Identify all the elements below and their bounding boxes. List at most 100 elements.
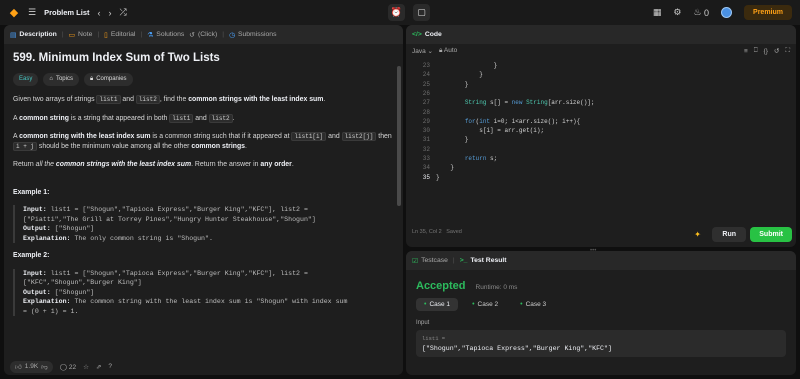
line-number: 33 bbox=[422, 155, 430, 162]
flask-icon: ⚗ bbox=[147, 31, 154, 39]
like-button[interactable]: 👍︎ 1.9K 👎︎ bbox=[10, 360, 53, 373]
description-scrollbar[interactable] bbox=[397, 66, 401, 206]
streak-count: 0 bbox=[704, 7, 710, 18]
lightbulb-icon[interactable]: ✦ bbox=[694, 230, 701, 239]
code-line: return s; bbox=[464, 155, 498, 162]
tab-submissions[interactable]: ◷ Submissions bbox=[229, 31, 276, 39]
comments-button[interactable]: ◯ 22 bbox=[60, 363, 76, 371]
case-tab-2[interactable]: • Case 2 bbox=[464, 298, 506, 311]
problem-list-link[interactable]: Problem List bbox=[44, 8, 89, 17]
verdict-label: Accepted bbox=[416, 280, 466, 292]
description-panel: ▤ Description | ▭ Note | ▯ Editorial | ⚗ Sol… bbox=[4, 25, 403, 375]
terminal-icon: >_ bbox=[459, 257, 468, 264]
history-icon: ↺ bbox=[189, 31, 195, 39]
line-number: 28 bbox=[422, 108, 430, 116]
run-button[interactable]: Run bbox=[712, 227, 746, 242]
case-tab-1[interactable]: • Case 1 bbox=[416, 298, 459, 311]
format-icon[interactable]: ≡ bbox=[744, 48, 748, 55]
tab-code[interactable]: </> Code bbox=[412, 31, 442, 38]
code-line: } bbox=[436, 62, 498, 69]
input-label: Input bbox=[416, 320, 430, 326]
shuffle-icon[interactable]: ⤮ bbox=[120, 7, 127, 18]
clock-icon: ◷ bbox=[229, 31, 235, 39]
case-tab-3[interactable]: • Case 3 bbox=[512, 298, 554, 311]
timer-icon[interactable]: ⏰ bbox=[388, 4, 405, 21]
tab-editorial[interactable]: ▯ Editorial bbox=[104, 31, 135, 39]
code-line: } bbox=[436, 164, 455, 172]
tab-click[interactable]: ↺ (Click) bbox=[189, 31, 217, 39]
tab-description[interactable]: ▤ Description bbox=[10, 31, 57, 39]
input-value-box: list1 = ["Shogun","Tapioca Express","Bur… bbox=[416, 330, 786, 357]
test-result-panel: ☑ Testcase | >_ Test Result Accepted Runti… bbox=[406, 251, 796, 375]
code-brackets-icon: </> bbox=[412, 31, 422, 38]
tab-note[interactable]: ▭ Note bbox=[69, 31, 93, 39]
settings-gear-icon[interactable]: ⚙ bbox=[673, 7, 681, 18]
code-line: } bbox=[436, 71, 483, 79]
editor-status: Ln 35, Col 2 Saved bbox=[412, 229, 462, 235]
line-number: 30 bbox=[422, 127, 430, 135]
note-icon: ▭ bbox=[68, 31, 75, 39]
pass-dot-icon: • bbox=[472, 301, 475, 308]
problem-list-icon[interactable]: ☰ bbox=[28, 7, 36, 18]
checkbox-icon: ☑ bbox=[412, 257, 419, 265]
fullscreen-icon[interactable]: ⛶ bbox=[785, 47, 790, 55]
code-panel: </> Code Java ⌄ 🔒︎ Auto ≡ ⎕ {} ↺ ⛶ 23 } 24… bbox=[406, 25, 796, 247]
notes-icon[interactable]: ▢ bbox=[413, 4, 430, 21]
premium-button[interactable]: Premium bbox=[744, 5, 792, 20]
layout-icon[interactable]: ▦ bbox=[653, 7, 662, 18]
line-number: 32 bbox=[422, 145, 430, 153]
tab-test-result[interactable]: >_ Test Result bbox=[460, 257, 507, 264]
submit-button[interactable]: Submit bbox=[750, 227, 792, 242]
lock-icon: 🔒︎ bbox=[89, 75, 94, 82]
thumbs-up-icon: 👍︎ bbox=[15, 363, 22, 371]
companies-button[interactable]: 🔒︎ Companies bbox=[83, 72, 133, 86]
line-number: 26 bbox=[422, 89, 430, 97]
description-paragraph: A common string with the least index sum… bbox=[13, 132, 392, 151]
doc-icon: ▤ bbox=[10, 31, 17, 39]
share-icon[interactable]: ⇗ bbox=[96, 363, 101, 371]
editor-toolbar: Java ⌄ 🔒︎ Auto ≡ ⎕ {} ↺ ⛶ bbox=[406, 44, 796, 58]
input-value: ["Shogun","Tapioca Express","Burger King… bbox=[422, 345, 612, 352]
bookmark-icon[interactable]: ⎕ bbox=[754, 47, 758, 55]
lock-icon: 🔒︎ bbox=[439, 47, 443, 54]
code-editor[interactable]: 23 } 24 } 25 } 26 27 String s[] = new String… bbox=[406, 58, 796, 208]
example-2-title: Example 2: bbox=[13, 252, 50, 259]
tab-solutions[interactable]: ⚗ Solutions bbox=[147, 31, 184, 39]
difficulty-badge: Easy bbox=[13, 72, 39, 86]
topics-button[interactable]: ⌂ Topics bbox=[43, 72, 79, 86]
tab-divider: | bbox=[97, 31, 100, 38]
case-tabs: • Case 1 • Case 2 • Case 3 bbox=[406, 298, 796, 311]
line-number: 23 bbox=[422, 62, 430, 69]
next-problem-icon[interactable]: › bbox=[109, 8, 112, 18]
example-2-block: Input: list1 = ["Shogun","Tapioca Expres… bbox=[13, 268, 394, 316]
description-paragraph: Given two arrays of strings list1 and li… bbox=[13, 95, 326, 104]
prev-problem-icon[interactable]: ‹ bbox=[98, 8, 101, 18]
problem-title[interactable]: 599. Minimum Index Sum of Two Lists bbox=[13, 53, 394, 64]
code-line: for(int i=0; i<arr.size(); i++){ bbox=[464, 117, 581, 125]
help-icon[interactable]: ? bbox=[108, 363, 112, 370]
line-number: 34 bbox=[422, 164, 430, 172]
tag-icon: ⌂ bbox=[49, 75, 53, 82]
description-tabbar: ▤ Description | ▭ Note | ▯ Editorial | ⚗ Sol… bbox=[4, 25, 403, 44]
tab-divider: | bbox=[61, 31, 64, 38]
pass-dot-icon: • bbox=[424, 301, 427, 308]
pass-dot-icon: • bbox=[520, 301, 523, 308]
avatar[interactable] bbox=[721, 7, 733, 18]
reset-icon[interactable]: ↺ bbox=[774, 47, 779, 55]
line-number: 35 bbox=[422, 173, 430, 181]
leetcode-logo-icon[interactable]: ◆ bbox=[8, 7, 20, 19]
tab-divider: | bbox=[452, 257, 455, 264]
example-1-block: Input: list1 = ["Shogun","Tapioca Expres… bbox=[13, 205, 394, 243]
problem-tags: Easy ⌂ Topics 🔒︎ Companies bbox=[13, 72, 394, 86]
favorite-star-icon[interactable]: ☆ bbox=[83, 363, 89, 371]
language-select[interactable]: Java ⌄ bbox=[412, 47, 433, 55]
streak-counter[interactable]: ♨ 0 bbox=[693, 7, 709, 18]
line-number: 29 bbox=[422, 117, 430, 125]
thumbs-down-icon[interactable]: 👎︎ bbox=[41, 363, 48, 371]
code-line: } bbox=[436, 136, 469, 144]
autocomplete-toggle[interactable]: 🔒︎ Auto bbox=[439, 47, 457, 55]
braces-icon[interactable]: {} bbox=[764, 48, 768, 55]
tab-testcase[interactable]: ☑ Testcase bbox=[412, 257, 448, 265]
line-number: 31 bbox=[422, 136, 430, 144]
line-number: 24 bbox=[422, 71, 430, 79]
